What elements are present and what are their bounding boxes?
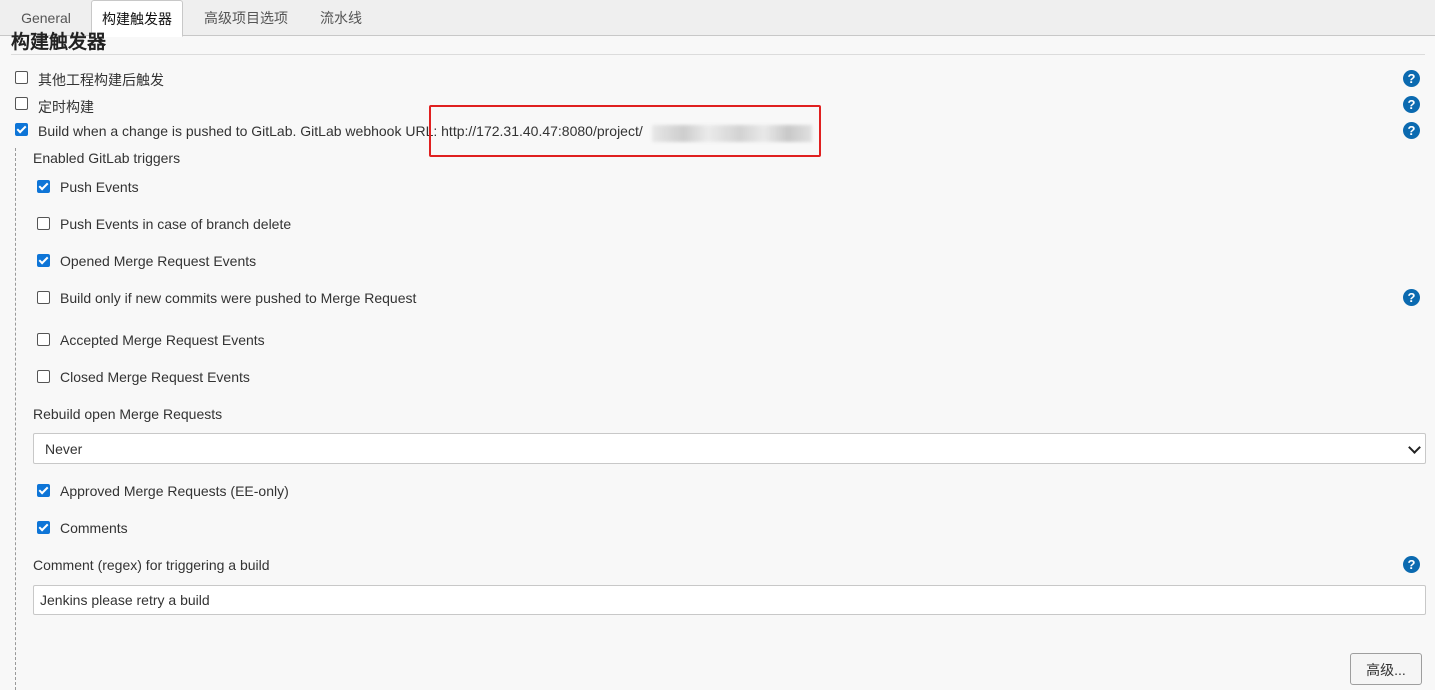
rebuild-open-mr-value: Never [45, 441, 83, 457]
comment-regex-input[interactable] [33, 585, 1426, 615]
section-divider [11, 54, 1425, 55]
chevron-down-icon [1408, 441, 1421, 454]
help-icon[interactable]: ? [1403, 96, 1420, 113]
advanced-button[interactable]: 高级... [1350, 653, 1422, 685]
comments-checkbox[interactable] [37, 521, 50, 534]
trigger-after-other-projects-checkbox[interactable] [15, 71, 28, 84]
comment-regex-label: Comment (regex) for triggering a build [33, 557, 270, 573]
closed-mr-events-label: Closed Merge Request Events [60, 369, 250, 385]
tab-advanced-project-options[interactable]: 高级项目选项 [192, 0, 300, 36]
help-icon[interactable]: ? [1403, 556, 1420, 573]
closed-mr-events-checkbox[interactable] [37, 370, 50, 383]
approved-mr-label: Approved Merge Requests (EE-only) [60, 483, 289, 499]
build-only-new-commits-label: Build only if new commits were pushed to… [60, 290, 417, 306]
opened-mr-events-label: Opened Merge Request Events [60, 253, 257, 269]
enabled-gitlab-triggers-label: Enabled GitLab triggers [33, 150, 181, 166]
comments-label: Comments [60, 520, 128, 536]
help-icon[interactable]: ? [1403, 122, 1420, 139]
help-icon[interactable]: ? [1403, 289, 1420, 306]
highlight-box [429, 105, 821, 157]
rebuild-open-mr-select[interactable]: Never [33, 433, 1426, 464]
opened-mr-events-checkbox[interactable] [37, 254, 50, 267]
rebuild-open-mr-label: Rebuild open Merge Requests [33, 406, 223, 422]
tab-pipeline[interactable]: 流水线 [306, 0, 376, 36]
nested-section-guide [15, 148, 16, 690]
push-events-branch-delete-label: Push Events in case of branch delete [60, 216, 292, 232]
help-icon[interactable]: ? [1403, 70, 1420, 87]
tab-bar: General 构建触发器 高级项目选项 流水线 [0, 0, 1435, 37]
approved-mr-checkbox[interactable] [37, 484, 50, 497]
push-events-label: Push Events [60, 179, 139, 195]
trigger-gitlab-push-checkbox[interactable] [15, 123, 28, 136]
trigger-scheduled-checkbox[interactable] [15, 97, 28, 110]
trigger-after-other-projects-label: 其他工程构建后触发 [38, 72, 164, 88]
section-title: 构建触发器 [11, 32, 107, 53]
push-events-checkbox[interactable] [37, 180, 50, 193]
accepted-mr-events-checkbox[interactable] [37, 333, 50, 346]
push-events-branch-delete-checkbox[interactable] [37, 217, 50, 230]
build-only-new-commits-checkbox[interactable] [37, 291, 50, 304]
accepted-mr-events-label: Accepted Merge Request Events [60, 332, 265, 348]
trigger-scheduled-label: 定时构建 [38, 99, 94, 115]
